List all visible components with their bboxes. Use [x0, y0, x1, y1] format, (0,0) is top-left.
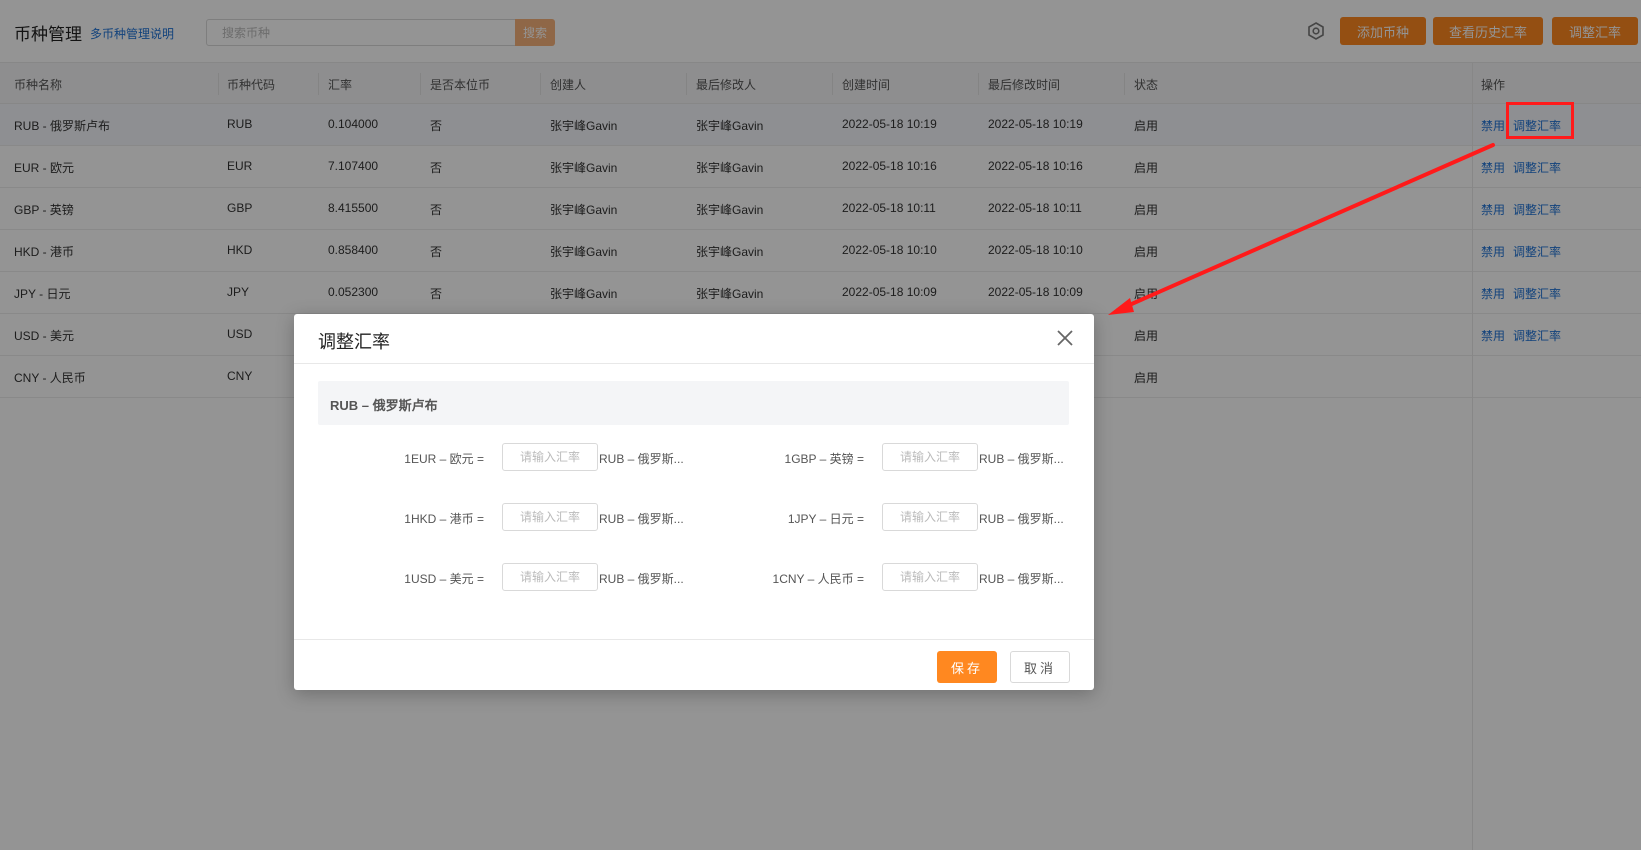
- rate-unit-cny: RUB – 俄罗斯...: [979, 572, 1064, 586]
- rate-unit-gbp: RUB – 俄罗斯...: [979, 452, 1064, 466]
- rate-input-gbp[interactable]: [882, 443, 978, 471]
- rate-label-usd: 1USD – 美元 =: [404, 572, 484, 586]
- rate-input-usd[interactable]: [502, 563, 598, 591]
- dialog-header: 调整汇率: [294, 314, 1094, 364]
- adjust-rate-dialog: 调整汇率 RUB – 俄罗斯卢布 1EUR – 欧元 = RUB – 俄罗斯..…: [294, 314, 1094, 690]
- rate-input-cny[interactable]: [882, 563, 978, 591]
- rate-input-eur[interactable]: [502, 443, 598, 471]
- rate-input-hkd[interactable]: [502, 503, 598, 531]
- rate-unit-hkd: RUB – 俄罗斯...: [599, 512, 684, 526]
- rate-input-jpy[interactable]: [882, 503, 978, 531]
- cancel-button[interactable]: 取消: [1010, 651, 1070, 683]
- rate-label-hkd: 1HKD – 港币 =: [404, 512, 484, 526]
- save-button[interactable]: 保存: [937, 651, 997, 683]
- rate-label-eur: 1EUR – 欧元 =: [404, 452, 484, 466]
- base-currency-label: RUB – 俄罗斯卢布: [330, 398, 438, 413]
- rate-unit-usd: RUB – 俄罗斯...: [599, 572, 684, 586]
- dialog-footer: 保存 取消: [294, 639, 1094, 690]
- rate-unit-jpy: RUB – 俄罗斯...: [979, 512, 1064, 526]
- rate-label-gbp: 1GBP – 英镑 =: [784, 452, 864, 466]
- annotation-highlight-box: [1506, 102, 1574, 139]
- rate-label-cny: 1CNY – 人民币 =: [772, 572, 864, 586]
- dialog-title: 调整汇率: [318, 332, 390, 352]
- rate-label-jpy: 1JPY – 日元 =: [787, 512, 864, 526]
- rate-unit-eur: RUB – 俄罗斯...: [599, 452, 684, 466]
- base-currency-section: RUB – 俄罗斯卢布: [318, 381, 1069, 425]
- close-icon[interactable]: [1054, 327, 1076, 349]
